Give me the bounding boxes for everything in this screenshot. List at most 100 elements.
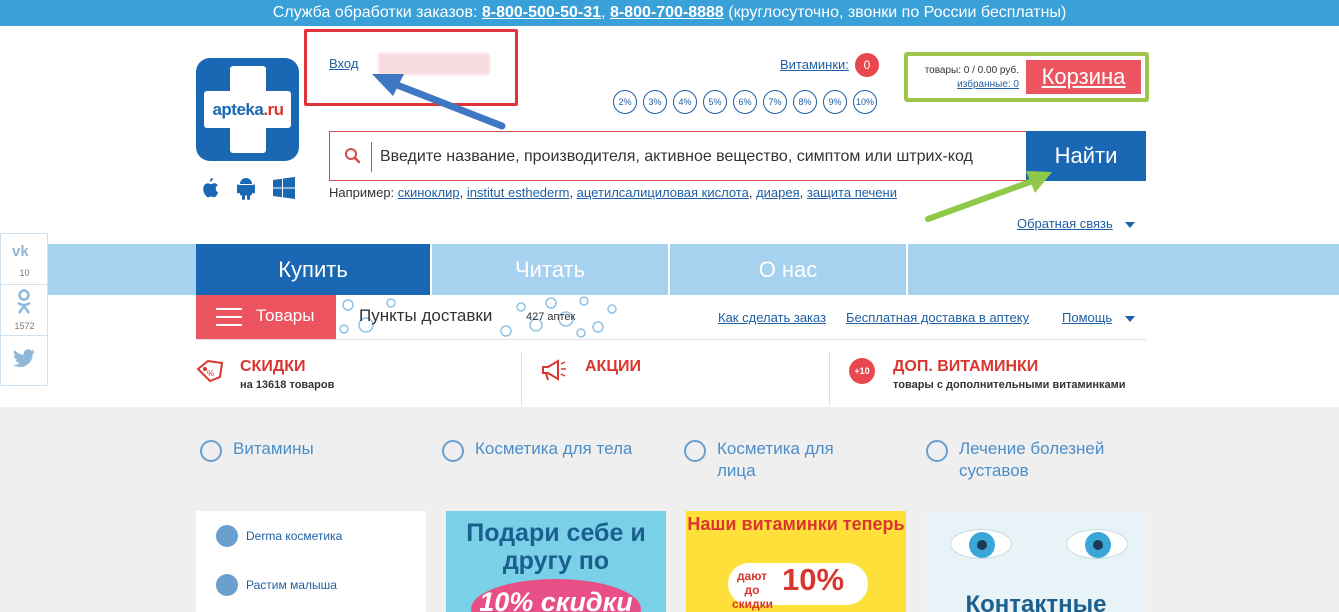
banner-small-text: дают до скидки (732, 569, 774, 611)
category-face-care[interactable]: Косметика для лица (717, 438, 867, 482)
goods-label: Товары (256, 306, 315, 325)
goods-menu-button[interactable]: Товары (196, 295, 336, 339)
banner-vitamins-discount[interactable]: Наши витаминки теперь дают до скидки 10% (686, 511, 906, 612)
feedback-link[interactable]: Обратная связь (1017, 216, 1113, 231)
eye-image (1066, 529, 1128, 559)
main-nav: Купить Читать О нас (0, 244, 1339, 295)
promo-title: АКЦИИ (585, 358, 642, 375)
svg-text:vk: vk (12, 243, 29, 258)
joints-category-icon (926, 440, 948, 462)
apple-icon[interactable] (198, 176, 224, 202)
cart-widget: товары: 0 / 0.00 руб. избранные: 0 Корзи… (904, 52, 1149, 102)
example-link[interactable]: ацетилсалициловая кислота (577, 185, 749, 200)
category-vitamins[interactable]: Витамины (233, 438, 393, 460)
site-logo[interactable]: apteka.ru (196, 58, 299, 161)
category-body-care[interactable]: Косметика для тела (475, 438, 655, 460)
logo-text: apteka.ru (206, 100, 290, 120)
side-item-label: Растим малыша (246, 578, 337, 592)
vk-count: 10 (19, 268, 30, 278)
vitamins-link[interactable]: Витаминки: (780, 57, 849, 72)
logo-text-domain: .ru (263, 100, 284, 119)
sub-nav: Товары Пункты доставки 427 аптек Как сде… (0, 295, 1339, 407)
discount-level[interactable]: 4% (673, 90, 697, 114)
support-bar: Служба обработки заказов: 8-800-500-50-3… (0, 0, 1339, 26)
banner-discount: 10% скидки (479, 587, 633, 612)
extra-vitamins-badge: +10 (849, 358, 875, 384)
promo-title: СКИДКИ (240, 358, 306, 375)
vk-share[interactable]: vk 10 (1, 234, 48, 285)
discount-level[interactable]: 2% (613, 90, 637, 114)
free-delivery-link[interactable]: Бесплатная доставка в аптеку (846, 310, 1029, 325)
app-links (196, 176, 306, 202)
tab-about[interactable]: О нас (670, 244, 908, 295)
discount-level[interactable]: 6% (733, 90, 757, 114)
cart-info: товары: 0 / 0.00 руб. избранные: 0 (914, 64, 1019, 92)
how-to-order-link[interactable]: Как сделать заказ (718, 310, 826, 325)
odnoklassniki-icon (15, 289, 33, 320)
phone-separator: , (601, 4, 606, 21)
favorites-link[interactable]: избранные: 0 (957, 79, 1019, 90)
windows-icon[interactable] (272, 176, 298, 202)
ok-share[interactable]: 1572 (1, 285, 48, 336)
svg-text:%: % (207, 369, 214, 378)
help-link[interactable]: Помощь (1062, 310, 1112, 325)
banner-contact-lenses[interactable]: Контактные (926, 511, 1146, 612)
example-link[interactable]: защита печени (807, 185, 897, 200)
pharmacy-count: 427 аптек (526, 311, 576, 323)
tab-buy[interactable]: Купить (196, 244, 432, 295)
example-link[interactable]: диарея (756, 185, 800, 200)
examples-label: Например: (329, 185, 395, 200)
search-button[interactable]: Найти (1026, 131, 1146, 181)
banner-title: Подари себе и другу по (466, 519, 646, 575)
login-username-blurred (378, 53, 490, 75)
eye-image (950, 529, 1012, 559)
phone-link-2[interactable]: 8-800-700-8888 (610, 4, 724, 21)
discount-level[interactable]: 10% (853, 90, 877, 114)
discount-level[interactable]: 8% (793, 90, 817, 114)
site-header: apteka.ru Вход Витаминки: 0 2% 3% 4% 5% … (0, 26, 1339, 244)
cart-summary: товары: 0 / 0.00 руб. (924, 65, 1019, 76)
search-input[interactable] (380, 144, 1020, 170)
ok-count: 1572 (14, 321, 35, 331)
chevron-down-icon[interactable] (1125, 316, 1135, 322)
android-icon[interactable] (235, 176, 261, 202)
divider (829, 351, 830, 405)
side-item-label: Derma косметика (246, 529, 343, 543)
search-box (329, 131, 1027, 181)
category-joints[interactable]: Лечение болезней суставов (959, 438, 1129, 482)
discount-level[interactable]: 5% (703, 90, 727, 114)
cart-button[interactable]: Корзина (1026, 60, 1141, 94)
divider (521, 351, 522, 405)
banner-gift-discount[interactable]: Подари себе и другу по 10% скидки (446, 511, 666, 612)
vitamins-category-icon (200, 440, 222, 462)
phone-link-1[interactable]: 8-800-500-50-31 (482, 4, 601, 21)
social-sidebar: vk 10 1572 (0, 233, 48, 386)
banner-title: Контактные (965, 591, 1107, 612)
hamburger-icon (216, 308, 242, 326)
example-link[interactable]: institut esthederm (467, 185, 570, 200)
tab-read[interactable]: Читать (432, 244, 670, 295)
discount-level[interactable]: 9% (823, 90, 847, 114)
vitamins-count-badge: 0 (855, 53, 879, 77)
discount-level[interactable]: 3% (643, 90, 667, 114)
vk-icon: vk (12, 242, 38, 263)
discount-level[interactable]: 7% (763, 90, 787, 114)
promo-extra-vitamins[interactable]: +10 ДОП. ВИТАМИНКИ товары с дополнительн… (849, 351, 1146, 406)
search-icon (344, 147, 362, 165)
promo-actions[interactable]: АКЦИИ (540, 351, 820, 406)
banner-big-text: 10% (782, 562, 845, 597)
category-side-panel: Derma косметика Растим малыша (196, 511, 426, 612)
derma-icon (216, 525, 238, 547)
promo-subtitle: на 13618 товаров (240, 379, 335, 391)
search-divider (371, 142, 372, 172)
pickup-points-link[interactable]: Пункты доставки (359, 306, 492, 326)
promo-discounts[interactable]: % СКИДКИ на 13618 товаров (196, 351, 516, 406)
banner-title: Наши витаминки теперь (687, 514, 905, 534)
support-label: Служба обработки заказов: (272, 4, 478, 21)
example-link[interactable]: скиноклир (398, 185, 460, 200)
promo-subtitle: товары с дополнительными витаминками (893, 379, 1126, 391)
logo-text-main: apteka (212, 100, 264, 119)
login-link[interactable]: Вход (329, 56, 358, 71)
chevron-down-icon[interactable] (1125, 222, 1135, 228)
twitter-share[interactable] (1, 336, 48, 386)
